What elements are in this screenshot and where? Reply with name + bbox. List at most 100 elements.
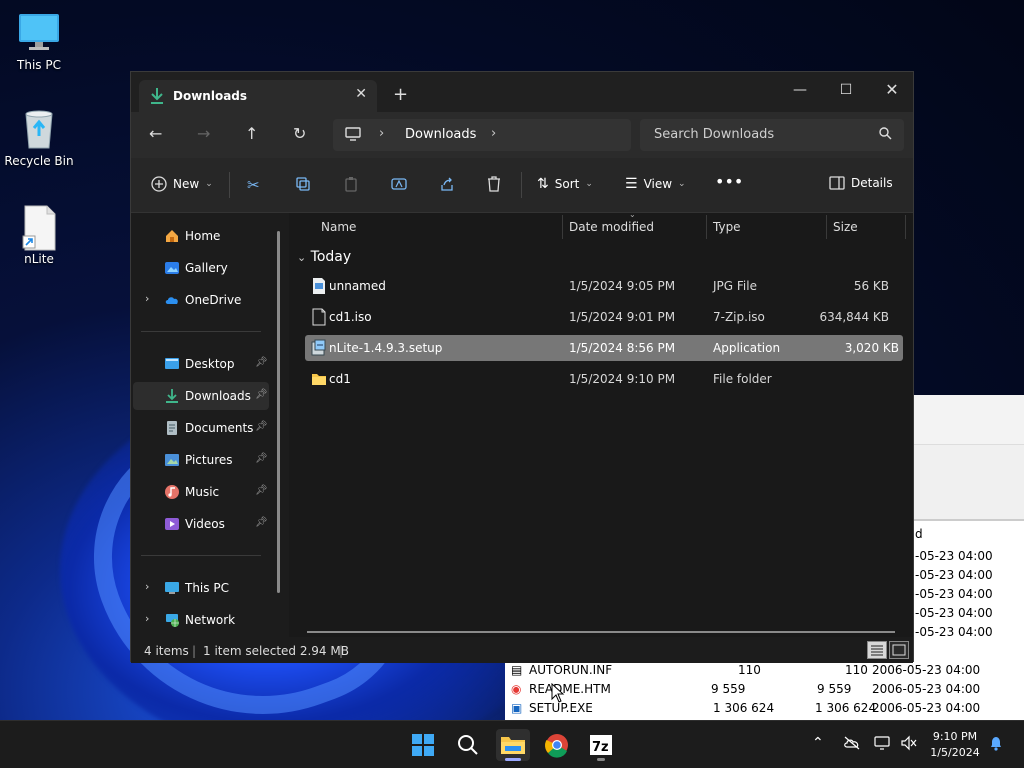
exe-file-icon: ▣ [511, 701, 523, 715]
tab-label: Downloads [173, 89, 248, 103]
refresh-icon[interactable]: ↻ [293, 124, 306, 143]
close-tab-icon[interactable]: ✕ [355, 86, 367, 102]
file-row-cd1-iso[interactable]: cd1.iso 1/5/2024 9:01 PM 7-Zip.iso 634,8… [305, 304, 903, 330]
pin-icon[interactable]: 📌︎ [255, 517, 268, 528]
delete-icon[interactable] [487, 176, 501, 192]
share-icon[interactable] [439, 176, 455, 192]
desktop-icon-nlite[interactable]: nLite [4, 204, 74, 266]
tab-downloads[interactable]: Downloads ✕ [139, 80, 377, 112]
7zip-taskbar-button[interactable]: 7z [584, 729, 618, 761]
cut-icon[interactable]: ✂ [247, 176, 260, 194]
taskbar: 7z ⌃ 9:10 PM 1/5/2024 [0, 720, 1024, 768]
archive-row[interactable]: ▣ SETUP.EXE 1 306 624 1 306 624 2006-05-… [505, 699, 1024, 718]
file-row-cd1-folder[interactable]: cd1 1/5/2024 9:10 PM File folder [305, 366, 903, 392]
clock-time: 9:10 PM [932, 730, 978, 743]
volume-muted-icon[interactable] [900, 735, 918, 755]
file-explorer-window[interactable]: Downloads ✕ + — ☐ ✕ ← → ↑ ↻ › Downloads … [130, 71, 915, 663]
tiles-view-button[interactable] [889, 641, 909, 659]
horizontal-scrollbar[interactable] [307, 631, 895, 633]
start-button[interactable] [406, 729, 440, 761]
chevron-right-icon[interactable]: › [491, 126, 496, 141]
folder-icon [312, 374, 326, 385]
sidebar-item-music[interactable]: Music 📌︎ [133, 478, 269, 506]
desktop-icon-this-pc[interactable]: This PC [4, 10, 74, 72]
sidebar-scrollbar[interactable] [277, 231, 280, 593]
sidebar-item-videos[interactable]: Videos 📌︎ [133, 510, 269, 538]
monitor-icon [17, 10, 61, 54]
sidebar-item-home[interactable]: Home [133, 222, 269, 250]
sidebar-item-documents[interactable]: Documents 📌︎ [133, 414, 269, 442]
archive-row[interactable]: ▤ AUTORUN.INF 110 110 2006-05-23 04:00 [505, 661, 1024, 680]
forward-arrow-icon[interactable]: → [197, 124, 210, 143]
column-header-name[interactable]: Name [321, 220, 356, 234]
pin-icon[interactable]: 📌︎ [255, 357, 268, 368]
address-bar[interactable]: › Downloads › [333, 119, 631, 151]
status-bar: 4 items | 1 item selected 2.94 MB | [131, 637, 913, 663]
windows-logo-icon [412, 734, 434, 756]
close-window-button[interactable]: ✕ [869, 76, 915, 104]
cloud-offline-icon[interactable] [843, 735, 861, 755]
chevron-right-icon[interactable]: › [145, 580, 149, 593]
search-box[interactable]: Search Downloads [640, 119, 904, 151]
sidebar-item-pictures[interactable]: Pictures 📌︎ [133, 446, 269, 474]
group-header-today[interactable]: ⌄ Today [297, 249, 351, 265]
chevron-right-icon[interactable]: › [145, 292, 149, 305]
more-options-icon[interactable]: ••• [715, 172, 743, 191]
network-status-icon[interactable] [874, 735, 892, 755]
search-taskbar-button[interactable] [451, 729, 485, 761]
column-header-date[interactable]: Date modified [569, 220, 654, 234]
chevron-right-icon[interactable]: › [379, 126, 384, 141]
sort-icon: ⇅ [537, 176, 549, 192]
archive-row[interactable]: ◉ README.HTM 9 559 9 559 2006-05-23 04:0… [505, 680, 1024, 699]
file-row-unnamed[interactable]: unnamed 1/5/2024 9:05 PM JPG File 56 KB [305, 273, 903, 299]
details-pane-icon [829, 176, 845, 190]
chrome-file-icon: ◉ [511, 682, 522, 696]
new-button[interactable]: New ⌄ [151, 176, 213, 192]
sort-button[interactable]: ⇅ Sort ⌄ [537, 176, 593, 192]
file-explorer-taskbar-button[interactable] [496, 729, 530, 761]
rename-icon[interactable] [391, 176, 409, 192]
music-icon [165, 485, 179, 499]
status-divider: | [339, 644, 344, 658]
pin-icon[interactable]: 📌︎ [255, 421, 268, 432]
notification-bell-icon[interactable] [988, 735, 1004, 755]
clock-date: 1/5/2024 [930, 746, 980, 759]
column-headers: Name Date modified ⌄ Type Size [289, 210, 913, 241]
details-pane-button[interactable]: Details [829, 176, 893, 190]
sidebar-item-gallery[interactable]: Gallery [133, 254, 269, 282]
sidebar-item-onedrive[interactable]: › OneDrive [133, 286, 269, 314]
chevron-up-icon[interactable]: ⌃ [812, 735, 824, 751]
desktop-icon-recycle-bin[interactable]: Recycle Bin [4, 106, 74, 168]
svg-text:7z: 7z [592, 740, 609, 755]
paste-icon[interactable] [343, 176, 359, 192]
file-row-nlite-setup[interactable]: nLite-1.4.9.3.setup 1/5/2024 8:56 PM App… [305, 335, 903, 361]
file-icon [312, 308, 326, 326]
plus-circle-icon [151, 176, 167, 192]
clock[interactable]: 9:10 PM 1/5/2024 [920, 729, 990, 761]
new-tab-button[interactable]: + [393, 84, 408, 105]
download-icon [149, 87, 165, 108]
column-header-type[interactable]: Type [713, 220, 741, 234]
chrome-taskbar-button[interactable] [540, 729, 574, 761]
breadcrumb[interactable]: Downloads [405, 127, 476, 142]
desktop-icon-label: Recycle Bin [4, 154, 74, 168]
view-button[interactable]: ☰ View ⌄ [625, 176, 686, 192]
selection-info: 1 item selected 2.94 MB [203, 644, 349, 658]
minimize-button[interactable]: — [777, 76, 823, 104]
maximize-button[interactable]: ☐ [823, 76, 869, 104]
copy-icon[interactable] [295, 176, 311, 192]
pin-icon[interactable]: 📌︎ [255, 389, 268, 400]
pin-icon[interactable]: 📌︎ [255, 485, 268, 496]
up-arrow-icon[interactable]: ↑ [245, 124, 258, 143]
pin-icon[interactable]: 📌︎ [255, 453, 268, 464]
column-header-size[interactable]: Size [833, 220, 858, 234]
sidebar-item-this-pc[interactable]: › This PC [133, 574, 269, 602]
details-view-button[interactable] [867, 641, 887, 659]
back-arrow-icon[interactable]: ← [149, 124, 162, 143]
7zip-icon: 7z [590, 735, 612, 755]
sidebar-item-downloads[interactable]: Downloads 📌︎ [133, 382, 269, 410]
sidebar-item-desktop[interactable]: Desktop 📌︎ [133, 350, 269, 378]
sidebar-item-network[interactable]: › Network [133, 606, 269, 634]
chevron-right-icon[interactable]: › [145, 612, 149, 625]
status-divider: | [192, 644, 197, 658]
